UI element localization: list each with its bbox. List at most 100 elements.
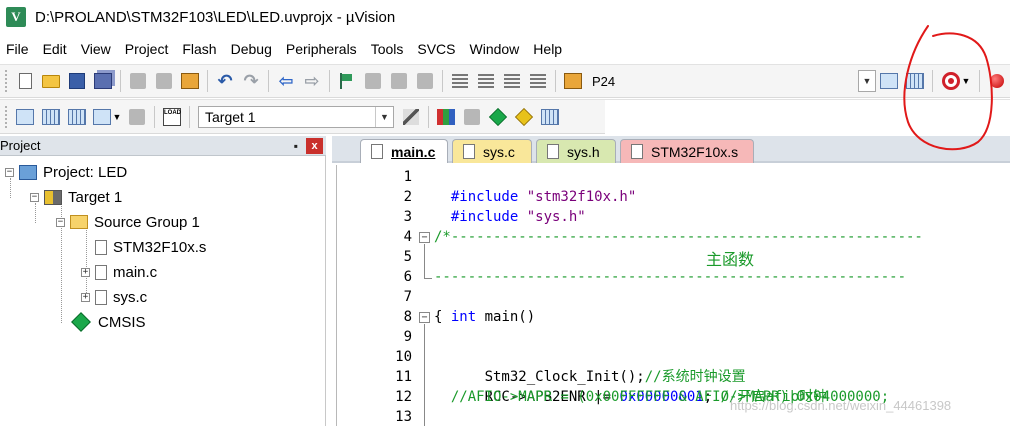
file-extensions-button[interactable] [435, 106, 457, 128]
navigate-back-button[interactable]: ⇦ [275, 70, 297, 92]
menu-window[interactable]: Window [463, 36, 527, 62]
uncomment-icon [530, 74, 546, 88]
panel-controls: ▪ x [294, 137, 326, 154]
collapse-icon[interactable]: − [5, 167, 14, 177]
menu-edit[interactable]: Edit [36, 36, 74, 62]
open-file-button[interactable] [40, 70, 62, 92]
incremental-find-button[interactable] [878, 70, 900, 92]
tab-label: sys.h [567, 143, 600, 160]
toolbar-separator [154, 105, 155, 128]
manage-rte-button[interactable] [487, 106, 509, 128]
rebuild-button[interactable] [66, 106, 88, 128]
tab-sys-c[interactable]: sys.c [452, 139, 532, 163]
toolbar-grip[interactable] [4, 104, 8, 129]
save-button[interactable] [66, 70, 88, 92]
target-select[interactable]: Target 1 ▼ [198, 105, 394, 128]
pin-icon[interactable]: ▪ [294, 139, 298, 153]
tree-item-sys-c[interactable]: + sys.c [81, 286, 147, 308]
download-button[interactable]: LOAD [161, 106, 183, 128]
batch-build-icon [92, 108, 111, 125]
file-icon [95, 289, 107, 305]
translate-icon [16, 108, 34, 125]
close-panel-button[interactable]: x [306, 137, 323, 154]
tree-item-cmsis[interactable]: CMSIS [71, 311, 146, 333]
new-file-button[interactable] [14, 70, 36, 92]
expand-icon[interactable]: + [81, 267, 90, 277]
project-panel-title: Project [0, 138, 41, 153]
stop-build-button[interactable] [126, 106, 148, 128]
menu-file[interactable]: File [0, 36, 36, 62]
tree-item-target[interactable]: − Target 1 [30, 186, 122, 208]
tab-label: STM32F10x.s [651, 143, 739, 160]
prev-bookmark-button[interactable] [362, 70, 384, 92]
comment-button[interactable] [501, 70, 523, 92]
tree-item-startup-file[interactable]: STM32F10x.s [95, 236, 206, 258]
project-tree: − Project: LED − Target 1 − Source Group… [0, 156, 326, 426]
clear-bookmarks-button[interactable] [414, 70, 436, 92]
save-all-button[interactable] [92, 70, 114, 92]
expand-icon[interactable]: + [81, 292, 90, 302]
tree-item-project[interactable]: − Project: LED [5, 161, 127, 183]
next-bookmark-button[interactable] [388, 70, 410, 92]
menu-svcs[interactable]: SVCS [410, 36, 462, 62]
packs-gem-icon [514, 107, 534, 126]
tab-stm32f10x-s[interactable]: STM32F10x.s [620, 139, 754, 163]
cut-button[interactable] [127, 70, 149, 92]
project-panel-header: Project ▪ x [0, 136, 326, 156]
target-options-button[interactable] [400, 106, 422, 128]
next-bookmark-icon [391, 73, 407, 89]
find-text-value[interactable]: P24 [592, 74, 615, 89]
save-all-icon [94, 73, 112, 89]
clear-bookmarks-icon [417, 73, 433, 89]
collapse-icon[interactable]: − [30, 192, 39, 202]
unindent-button[interactable] [475, 70, 497, 92]
find-dropdown[interactable]: ▼ [858, 70, 876, 92]
undo-button[interactable]: ↶ [214, 70, 236, 92]
uncomment-button[interactable] [527, 70, 549, 92]
menu-tools[interactable]: Tools [364, 36, 411, 62]
translate-button[interactable] [14, 106, 36, 128]
file-icon [547, 144, 559, 159]
insert-bookmark-button[interactable] [336, 70, 358, 92]
open-folder-icon [42, 74, 60, 88]
editor-tab-strip: main.c sys.c sys.h STM32F10x.s [332, 136, 1010, 163]
select-packs-button[interactable] [513, 106, 535, 128]
menu-view[interactable]: View [74, 36, 118, 62]
collapse-icon[interactable]: − [56, 217, 65, 227]
toolbar-separator [932, 70, 933, 92]
line-number: 11 [395, 369, 412, 385]
menu-flash[interactable]: Flash [175, 36, 223, 62]
find-in-files-button[interactable] [562, 70, 584, 92]
manage-environment-button[interactable] [461, 106, 483, 128]
redo-button[interactable]: ↷ [240, 70, 262, 92]
batch-build-button[interactable]: ▼ [92, 106, 122, 128]
unindent-icon [478, 74, 494, 88]
menu-debug[interactable]: Debug [224, 36, 279, 62]
line-number: 8 [403, 309, 412, 325]
pack-installer-icon [541, 108, 559, 125]
build-button[interactable] [40, 106, 62, 128]
start-debug-button[interactable]: ▼ [939, 70, 973, 92]
fold-toggle-icon[interactable]: − [419, 312, 430, 323]
tab-main-c[interactable]: main.c [360, 139, 448, 163]
indent-button[interactable] [449, 70, 471, 92]
navigate-forward-button[interactable]: ⇨ [301, 70, 323, 92]
menu-peripherals[interactable]: Peripherals [279, 36, 364, 62]
menu-project[interactable]: Project [118, 36, 176, 62]
line-number: 2 [403, 189, 412, 205]
pack-installer-button[interactable] [539, 106, 561, 128]
file-icon [631, 144, 643, 159]
fold-toggle-icon[interactable]: − [419, 232, 430, 243]
menu-help[interactable]: Help [526, 36, 569, 62]
code-line-1: #include "stm32f10x.h" [434, 167, 636, 205]
paste-button[interactable] [179, 70, 201, 92]
tab-sys-h[interactable]: sys.h [536, 139, 616, 163]
tree-item-main-c[interactable]: + main.c [81, 261, 157, 283]
tree-item-source-group[interactable]: − Source Group 1 [56, 211, 200, 233]
line-number: 3 [403, 209, 412, 225]
toolbar-grip[interactable] [4, 69, 8, 93]
copy-button[interactable] [153, 70, 175, 92]
line-number: 4 [403, 229, 412, 245]
insert-breakpoint-button[interactable] [986, 70, 1008, 92]
find-button[interactable] [904, 70, 926, 92]
